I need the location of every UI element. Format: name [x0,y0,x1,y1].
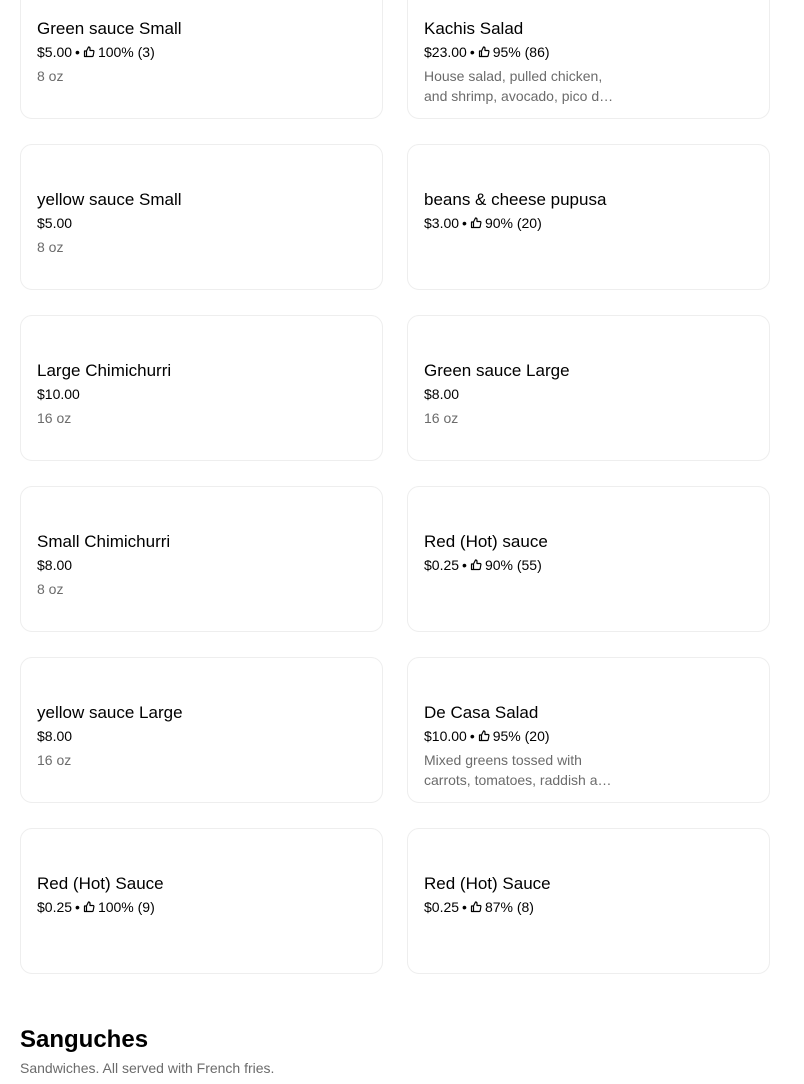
separator-dot: • [462,215,467,231]
menu-item-price: $23.00 [424,44,467,60]
menu-item-name: beans & cheese pupusa [424,190,607,209]
thumbs-up-icon [470,217,482,229]
menu-item-price: $5.00 [37,215,73,231]
menu-item-description: 8 oz [37,239,64,255]
separator-dot: • [469,44,475,60]
menu-item-price: $0.25 [424,557,460,573]
menu-item-rating: 100% (3) [97,44,155,60]
menu-item-name: yellow sauce Large [37,703,183,722]
menu-item-name: Large Chimichurri [37,361,172,380]
menu-item-rating: 95% (86) [492,44,550,60]
section-subtitle: Sandwiches. All served with French fries… [20,1060,275,1076]
menu-item-name: yellow sauce Small [37,190,182,209]
menu-item-card[interactable]: Small Chimichurri $8.00 8 oz [20,486,383,632]
separator-dot: • [75,899,80,915]
menu-item-meta: $23.00 • 95% (86) [424,42,753,62]
menu-item-card[interactable]: beans & cheese pupusa $3.00 • 90% (20) [407,144,770,290]
menu-item-price: $8.00 [37,557,73,573]
menu-item-card[interactable]: Red (Hot) sauce $0.25 • 90% (55) [407,486,770,632]
menu-item-meta: $10.00 [37,384,366,404]
menu-item-price: $0.25 [424,899,460,915]
menu-item-meta: $0.25 • 87% (8) [424,897,753,917]
thumbs-up-icon [83,46,95,58]
thumbs-up-icon [83,901,95,913]
menu-item-meta: $8.00 [37,726,366,746]
menu-item-rating: 95% (20) [492,728,550,744]
menu-item-rating: 90% (20) [484,215,542,231]
menu-item-card[interactable]: Red (Hot) Sauce $0.25 • 100% (9) [20,828,383,974]
separator-dot: • [462,899,467,915]
menu-item-meta: $10.00 • 95% (20) [424,726,753,746]
menu-item-description: Mixed greens tossed with carrots, tomato… [424,752,614,788]
menu-item-description: 16 oz [424,410,459,426]
menu-item-meta: $3.00 • 90% (20) [424,213,753,233]
menu-item-price: $0.25 [37,899,73,915]
thumbs-up-icon [478,46,490,58]
menu-item-meta: $8.00 [424,384,753,404]
menu-item-card[interactable]: yellow sauce Small $5.00 8 oz [20,144,383,290]
menu-item-description: 8 oz [37,68,64,84]
menu-item-card[interactable]: Large Chimichurri $10.00 16 oz [20,315,383,461]
menu-item-price: $8.00 [424,386,460,402]
separator-dot: • [462,557,467,573]
separator-dot: • [75,44,80,60]
menu-item-name: De Casa Salad [424,703,539,722]
section-title: Sanguches [20,1026,149,1053]
menu-item-meta: $0.25 • 90% (55) [424,555,753,575]
menu-item-meta: $0.25 • 100% (9) [37,897,366,917]
menu-item-meta: $5.00 • 100% (3) [37,42,366,62]
menu-item-meta: $5.00 [37,213,366,233]
menu-item-price: $8.00 [37,728,73,744]
menu-item-rating: 90% (55) [484,557,542,573]
menu-item-description: 16 oz [37,410,72,426]
thumbs-up-icon [478,730,490,742]
menu-item-card[interactable]: Green sauce Small $5.00 • 100% (3) 8 oz [20,0,383,119]
thumbs-up-icon [470,901,482,913]
menu-section-header: Sanguches Sandwiches. All served with Fr… [20,1024,274,1078]
menu-item-rating: 100% (9) [97,899,155,915]
menu-item-price: $10.00 [37,386,80,402]
menu-item-price: $3.00 [424,215,460,231]
menu-item-rating: 87% (8) [484,899,534,915]
menu-item-name: Small Chimichurri [37,532,171,551]
menu-item-card[interactable]: Red (Hot) Sauce $0.25 • 87% (8) [407,828,770,974]
menu-item-name: Green sauce Small [37,19,182,38]
menu-item-name: Red (Hot) sauce [424,532,548,551]
menu-item-price: $5.00 [37,44,73,60]
menu-item-description: 8 oz [37,581,64,597]
thumbs-up-icon [470,559,482,571]
menu-item-description: 16 oz [37,752,72,768]
separator-dot: • [469,728,475,744]
menu-item-price: $10.00 [424,728,467,744]
menu-item-card[interactable]: Kachis Salad $23.00 • 95% (86) House salad, … [407,0,770,119]
menu-item-card[interactable]: Green sauce Large $8.00 16 oz [407,315,770,461]
menu-item-name: Red (Hot) Sauce [424,874,551,893]
menu-item-name: Kachis Salad [424,19,524,38]
menu-item-description: House salad, pulled chicken, and shrimp,… [424,68,607,104]
menu-items-grid: Green sauce Small $5.00 • 100% (3) 8 oz Kachi… [20,0,770,974]
menu-item-card[interactable]: yellow sauce Large $8.00 16 oz [20,657,383,803]
menu-item-name: Green sauce Large [424,361,570,380]
menu-item-meta: $8.00 [37,555,366,575]
menu-item-card[interactable]: De Casa Salad $10.00 • 95% (20) Mixed greens… [407,657,770,803]
menu-item-name: Red (Hot) Sauce [37,874,164,893]
